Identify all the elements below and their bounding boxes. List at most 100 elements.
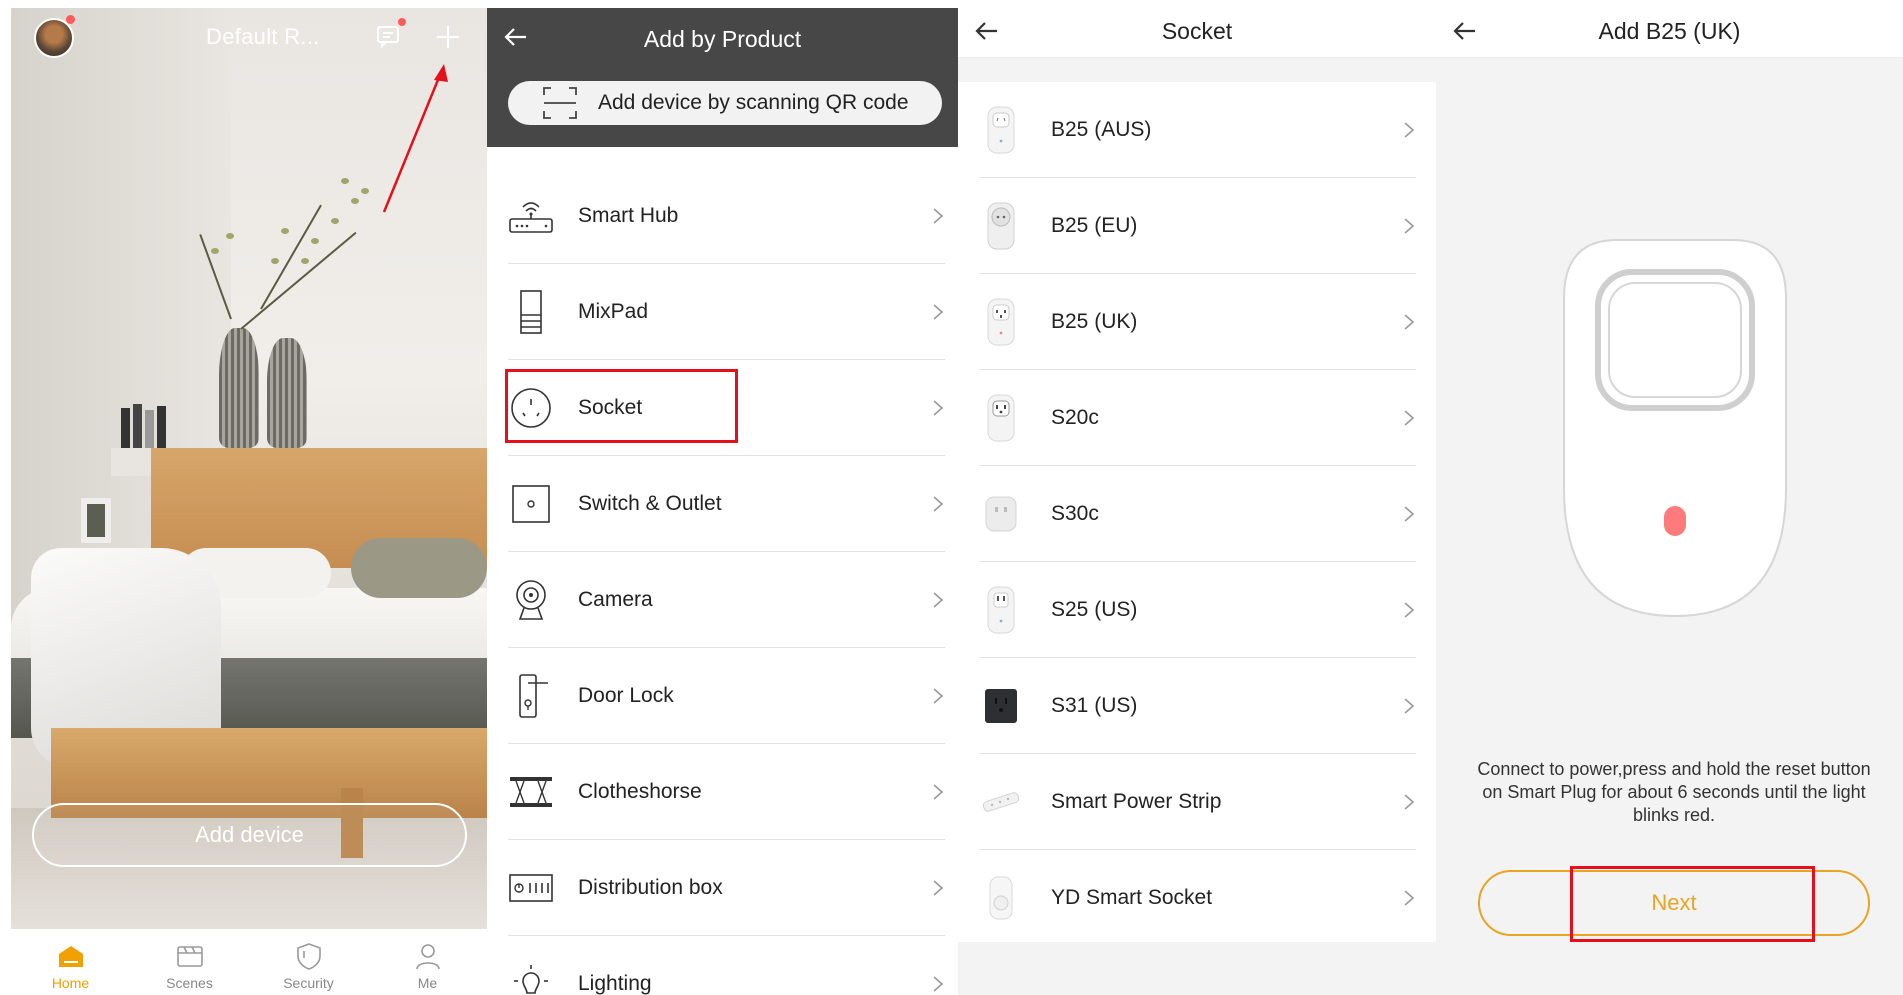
category-item-clotheshorse[interactable]: Clotheshorse xyxy=(508,744,945,840)
category-item-lighting[interactable]: Lighting xyxy=(508,936,945,995)
notification-dot xyxy=(66,15,75,24)
category-item-door-lock[interactable]: Door Lock xyxy=(508,648,945,744)
home-icon xyxy=(58,946,83,967)
header: Socket xyxy=(958,0,1436,58)
status-light xyxy=(1664,506,1686,536)
chevron-right-icon xyxy=(1404,217,1415,234)
scan-qr-label: Add device by scanning QR code xyxy=(598,91,909,114)
chevron-right-icon xyxy=(1404,505,1415,522)
product-item-b25-eu[interactable]: B25 (EU) xyxy=(979,178,1416,274)
socket-screen: Socket B25 (AUS) B25 (EU) B25 (UK) S20c … xyxy=(958,0,1436,995)
category-label: Smart Hub xyxy=(578,203,679,227)
header: Add by Product Add device by scanning QR… xyxy=(487,8,958,147)
chevron-right-icon xyxy=(1404,121,1415,138)
chevron-right-icon xyxy=(1404,409,1415,426)
page-title: Add B25 (UK) xyxy=(1598,18,1741,44)
chevron-right-icon xyxy=(933,399,944,416)
router-icon xyxy=(509,201,553,233)
add-by-product-screen: Add by Product Add device by scanning QR… xyxy=(487,0,958,995)
product-list: B25 (AUS) B25 (EU) B25 (UK) S20c S30c S2… xyxy=(958,82,1436,946)
clotheshorse-icon xyxy=(510,776,552,807)
product-label: S25 (US) xyxy=(1051,597,1138,621)
category-label: Camera xyxy=(578,587,653,611)
page-title: Socket xyxy=(1161,18,1233,44)
camera-icon xyxy=(516,579,546,620)
product-item-b25-uk[interactable]: B25 (UK) xyxy=(979,274,1416,370)
product-label: Smart Power Strip xyxy=(1051,789,1222,813)
chevron-right-icon xyxy=(1404,793,1415,810)
home-title[interactable]: Default R... xyxy=(206,24,320,50)
chevron-right-icon xyxy=(933,591,944,608)
power-strip-image xyxy=(982,791,1020,812)
product-item-b25-aus[interactable]: B25 (AUS) xyxy=(979,82,1416,178)
tab-label: Me xyxy=(417,975,438,991)
message-badge xyxy=(398,18,406,26)
product-item-s31-us[interactable]: S31 (US) xyxy=(979,658,1416,754)
category-label: Lighting xyxy=(578,971,652,995)
chevron-right-icon xyxy=(933,303,944,320)
chevron-right-icon xyxy=(933,783,944,800)
tab-label: Security xyxy=(283,975,334,991)
category-item-distribution-box[interactable]: Distribution box xyxy=(508,840,945,936)
page-title: Add by Product xyxy=(643,26,802,52)
product-label: YD Smart Socket xyxy=(1051,886,1213,909)
tab-home[interactable]: Home xyxy=(11,929,130,995)
product-label: B25 (UK) xyxy=(1051,309,1138,333)
chevron-right-icon xyxy=(1404,313,1415,330)
scan-qr-button[interactable]: Add device by scanning QR code xyxy=(508,81,942,125)
product-item-s30c[interactable]: S30c xyxy=(979,466,1416,562)
chevron-right-icon xyxy=(933,495,944,512)
category-item-mixpad[interactable]: MixPad xyxy=(508,264,945,360)
chevron-right-icon xyxy=(933,207,944,224)
header: Add B25 (UK) xyxy=(1436,0,1903,58)
chevron-right-icon xyxy=(1404,890,1415,906)
instruction-text: Connect to power,press and hold the rese… xyxy=(1477,759,1871,825)
smart-plug-image xyxy=(987,106,1015,153)
distribution-box-icon xyxy=(509,873,553,902)
product-item-smart-power-strip[interactable]: Smart Power Strip xyxy=(979,754,1416,850)
product-label: S31 (US) xyxy=(1051,693,1138,717)
avatar[interactable] xyxy=(34,18,74,58)
category-label: Switch & Outlet xyxy=(578,491,722,515)
product-item-s20c[interactable]: S20c xyxy=(979,370,1416,466)
category-item-switch-outlet[interactable]: Switch & Outlet xyxy=(508,456,945,552)
product-label: S30c xyxy=(1051,501,1099,525)
category-item-camera[interactable]: Camera xyxy=(508,552,945,648)
add-device-button[interactable]: Add device xyxy=(32,803,467,867)
smart-plug-image xyxy=(987,298,1015,345)
annotation-highlight-box xyxy=(505,369,738,443)
product-item-yd-smart-socket[interactable]: YD Smart Socket xyxy=(979,850,1416,946)
annotation-arrow xyxy=(382,64,448,213)
security-shield-icon xyxy=(296,943,321,970)
chevron-right-icon xyxy=(1404,601,1415,618)
tab-label: Scenes xyxy=(166,975,213,991)
panel-icon xyxy=(520,289,542,334)
bottom-tab-bar: Home Scenes Security Me xyxy=(11,929,487,995)
tab-me[interactable]: Me xyxy=(368,929,487,995)
category-item-smart-hub[interactable]: Smart Hub xyxy=(508,168,945,264)
smart-plug-image xyxy=(987,394,1015,441)
switch-icon xyxy=(512,484,550,523)
person-icon xyxy=(415,944,440,970)
tab-security[interactable]: Security xyxy=(249,929,368,995)
product-label: B25 (EU) xyxy=(1051,213,1138,237)
category-label: Clotheshorse xyxy=(578,779,702,803)
annotation-highlight-box xyxy=(1570,866,1815,942)
product-item-s25-us[interactable]: S25 (US) xyxy=(979,562,1416,658)
smart-plug-image xyxy=(985,688,1017,723)
bulb-icon xyxy=(514,964,548,994)
smart-plug-illustration xyxy=(1563,239,1787,618)
tab-scenes[interactable]: Scenes xyxy=(130,929,249,995)
product-label: S20c xyxy=(1051,405,1099,429)
add-b25-uk-screen: Add B25 (UK) Connect to power,press and … xyxy=(1436,0,1903,995)
tab-label: Home xyxy=(51,975,90,991)
category-label: MixPad xyxy=(578,299,649,323)
chevron-right-icon xyxy=(933,975,944,992)
chevron-right-icon xyxy=(933,687,944,704)
chevron-right-icon xyxy=(1404,697,1415,714)
message-icon[interactable] xyxy=(376,24,402,48)
plus-icon[interactable] xyxy=(434,23,462,51)
product-label: B25 (AUS) xyxy=(1051,117,1152,141)
home-screen: Default R... Add device Home Scenes Secu… xyxy=(0,0,487,995)
category-list: Smart Hub MixPad Socket Switch & Outlet … xyxy=(487,168,958,995)
